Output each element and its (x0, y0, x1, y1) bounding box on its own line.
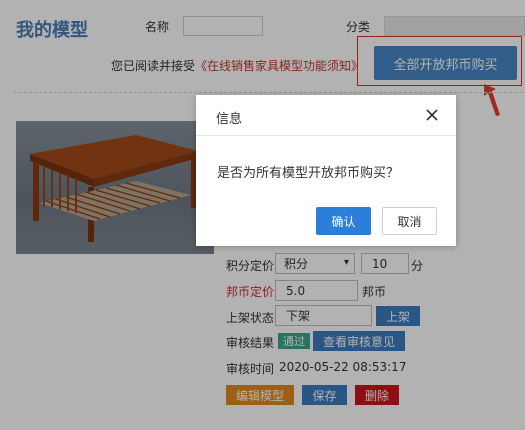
confirm-button[interactable]: 确认 (316, 207, 371, 235)
dialog-message: 是否为所有模型开放邦币购买？ (217, 166, 400, 181)
dialog-divider (196, 135, 456, 136)
close-icon[interactable] (424, 107, 440, 123)
dialog-title: 信息 (216, 112, 243, 127)
cancel-button[interactable]: 取消 (382, 207, 437, 235)
confirm-dialog: 信息 是否为所有模型开放邦币购买？ 确认 取消 (196, 95, 456, 246)
